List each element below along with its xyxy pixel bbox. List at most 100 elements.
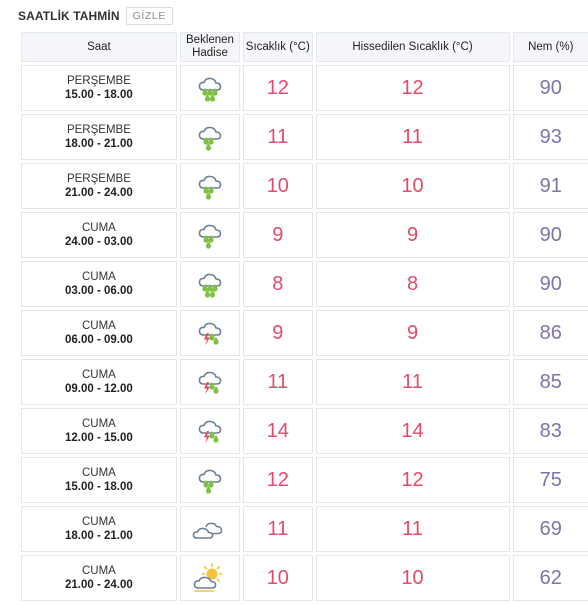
humidity-cell: 93 bbox=[512, 114, 588, 160]
temp-cell: 10 bbox=[243, 163, 313, 209]
feels-like-value: 9 bbox=[406, 223, 419, 246]
time-cell: CUMA 24.00 - 03.00 bbox=[21, 212, 177, 258]
humidity-value: 62 bbox=[539, 566, 562, 589]
feels-like-value: 10 bbox=[401, 174, 424, 197]
partly-cloudy-icon bbox=[181, 562, 239, 594]
event-cell bbox=[179, 506, 241, 552]
humidity-value: 69 bbox=[539, 517, 562, 540]
humidity-cell: 69 bbox=[512, 506, 588, 552]
feels-like-value: 10 bbox=[401, 566, 424, 589]
humidity-cell: 62 bbox=[512, 555, 588, 601]
column-header-time: Saat bbox=[21, 32, 177, 62]
time-range: 24.00 - 03.00 bbox=[65, 235, 133, 248]
temp-cell: 9 bbox=[243, 310, 313, 356]
hourly-forecast-table: Saat Beklenen Hadise Sıcaklık (°C) Hisse… bbox=[18, 29, 588, 604]
column-header-humidity: Nem (%) bbox=[512, 32, 588, 62]
temp-cell: 9 bbox=[243, 212, 313, 258]
day-label: CUMA bbox=[81, 417, 116, 430]
table-row: CUMA 18.00 - 21.00 11 11 69 bbox=[21, 506, 588, 552]
temperature-value: 10 bbox=[266, 566, 289, 589]
temp-cell: 11 bbox=[243, 359, 313, 405]
event-cell bbox=[179, 457, 241, 503]
feels-cell: 9 bbox=[315, 310, 510, 356]
table-row: CUMA 12.00 - 15.00 14 14 83 bbox=[21, 408, 588, 454]
temperature-value: 8 bbox=[272, 272, 284, 295]
table-row: CUMA 09.00 - 12.00 11 11 85 bbox=[21, 359, 588, 405]
time-cell: CUMA 15.00 - 18.00 bbox=[21, 457, 177, 503]
column-header-feels: Hissedilen Sıcaklık (°C) bbox=[315, 32, 510, 62]
section-header: SAATLİK TAHMİN GİZLE bbox=[18, 7, 173, 25]
temp-cell: 12 bbox=[243, 457, 313, 503]
light-rain-icon bbox=[181, 465, 239, 495]
temperature-value: 12 bbox=[266, 468, 289, 491]
cloudy-icon bbox=[181, 514, 239, 544]
day-label: CUMA bbox=[81, 515, 116, 528]
thunderstorm-icon bbox=[181, 367, 239, 397]
light-rain-icon bbox=[181, 220, 239, 250]
day-label: CUMA bbox=[81, 270, 116, 283]
feels-cell: 11 bbox=[315, 506, 510, 552]
temp-cell: 8 bbox=[243, 261, 313, 307]
table-header-row: Saat Beklenen Hadise Sıcaklık (°C) Hisse… bbox=[21, 32, 588, 62]
temperature-value: 11 bbox=[267, 370, 289, 393]
temperature-value: 12 bbox=[266, 76, 289, 99]
day-label: PERŞEMBE bbox=[66, 74, 131, 87]
feels-cell: 10 bbox=[315, 555, 510, 601]
event-cell bbox=[179, 310, 241, 356]
rain-icon bbox=[181, 269, 239, 299]
hide-button[interactable]: GİZLE bbox=[125, 7, 173, 25]
time-range: 18.00 - 21.00 bbox=[65, 137, 133, 150]
event-cell bbox=[179, 408, 241, 454]
feels-like-value: 11 bbox=[402, 125, 423, 148]
feels-like-value: 9 bbox=[406, 321, 419, 344]
feels-like-value: 12 bbox=[401, 76, 424, 99]
day-label: CUMA bbox=[81, 368, 116, 381]
temperature-value: 9 bbox=[272, 223, 284, 246]
table-row: PERŞEMBE 21.00 - 24.00 10 10 91 bbox=[21, 163, 588, 209]
humidity-value: 75 bbox=[539, 468, 562, 491]
time-range: 18.00 - 21.00 bbox=[65, 529, 133, 542]
feels-like-value: 14 bbox=[401, 419, 424, 442]
time-cell: CUMA 21.00 - 24.00 bbox=[21, 555, 177, 601]
humidity-value: 90 bbox=[539, 223, 562, 246]
event-cell bbox=[179, 114, 241, 160]
feels-cell: 12 bbox=[315, 65, 510, 111]
temp-cell: 10 bbox=[243, 555, 313, 601]
table-row: CUMA 06.00 - 09.00 9 9 86 bbox=[21, 310, 588, 356]
day-label: CUMA bbox=[81, 466, 116, 479]
event-cell bbox=[179, 65, 241, 111]
feels-cell: 10 bbox=[315, 163, 510, 209]
humidity-cell: 75 bbox=[512, 457, 588, 503]
time-cell: CUMA 03.00 - 06.00 bbox=[21, 261, 177, 307]
humidity-cell: 85 bbox=[512, 359, 588, 405]
time-cell: PERŞEMBE 15.00 - 18.00 bbox=[21, 65, 177, 111]
time-range: 06.00 - 09.00 bbox=[65, 333, 133, 346]
feels-cell: 11 bbox=[315, 114, 510, 160]
day-label: CUMA bbox=[81, 319, 116, 332]
thunderstorm-icon bbox=[181, 416, 239, 446]
humidity-value: 86 bbox=[539, 321, 562, 344]
feels-like-value: 11 bbox=[402, 517, 423, 540]
temperature-value: 11 bbox=[267, 125, 289, 148]
humidity-value: 91 bbox=[539, 174, 562, 197]
temp-cell: 12 bbox=[243, 65, 313, 111]
time-range: 03.00 - 06.00 bbox=[65, 284, 133, 297]
table-row: PERŞEMBE 15.00 - 18.00 12 12 90 bbox=[21, 65, 588, 111]
humidity-cell: 86 bbox=[512, 310, 588, 356]
thunderstorm-icon bbox=[181, 318, 239, 348]
humidity-value: 93 bbox=[539, 125, 562, 148]
time-range: 15.00 - 18.00 bbox=[65, 480, 133, 493]
humidity-cell: 91 bbox=[512, 163, 588, 209]
temperature-value: 9 bbox=[272, 321, 284, 344]
light-rain-icon bbox=[181, 171, 239, 201]
event-cell bbox=[179, 555, 241, 601]
humidity-value: 83 bbox=[539, 419, 562, 442]
table-row: CUMA 21.00 - 24.00 10 10 62 bbox=[21, 555, 588, 601]
feels-cell: 8 bbox=[315, 261, 510, 307]
time-cell: PERŞEMBE 21.00 - 24.00 bbox=[21, 163, 177, 209]
feels-cell: 11 bbox=[315, 359, 510, 405]
time-range: 15.00 - 18.00 bbox=[65, 88, 133, 101]
table-row: PERŞEMBE 18.00 - 21.00 11 11 93 bbox=[21, 114, 588, 160]
time-range: 21.00 - 24.00 bbox=[65, 186, 133, 199]
day-label: PERŞEMBE bbox=[66, 123, 131, 136]
